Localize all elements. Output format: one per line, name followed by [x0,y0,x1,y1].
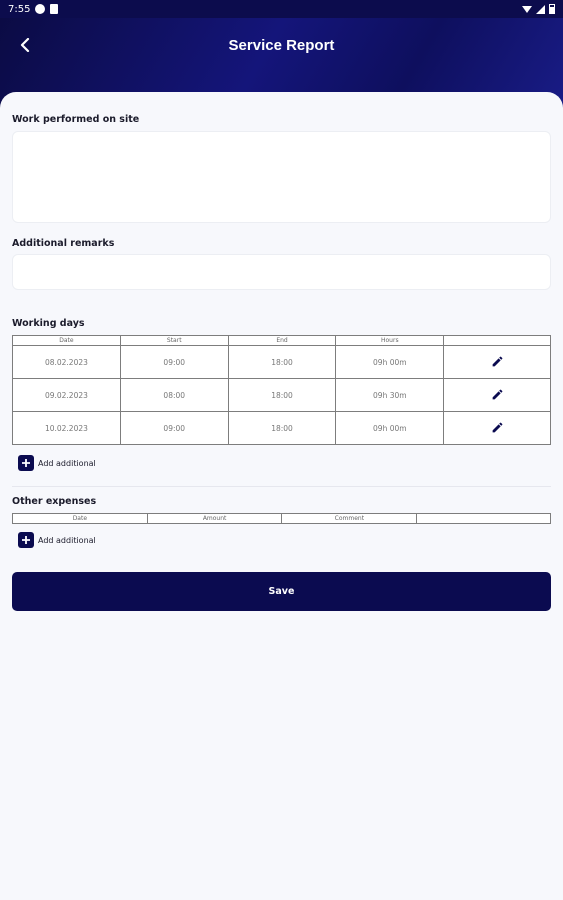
table-row: 10.02.2023 09:00 18:00 09h 00m [12,411,551,445]
column-header-hours: Hours [335,335,445,346]
table-row: 08.02.2023 09:00 18:00 09h 00m [12,345,551,379]
column-header-actions [443,335,551,346]
working-days-table: Date Start End Hours 08.02.2023 09:00 18… [12,335,551,445]
cell-actions [443,411,551,445]
additional-remarks-input[interactable] [12,254,551,290]
sim-card-icon [50,4,59,14]
pencil-icon [492,389,502,399]
table-header-row: Date Start End Hours [12,335,551,346]
cell-end: 18:00 [227,378,337,412]
cell-date: 10.02.2023 [12,411,121,445]
additional-remarks-label: Additional remarks [12,238,115,249]
add-expense-button[interactable]: Add additional [18,532,96,548]
edit-row-button[interactable] [491,421,504,434]
column-header-start: Start [119,335,229,346]
plus-icon [18,532,34,548]
save-button[interactable]: Save [12,572,551,611]
add-working-day-button[interactable]: Add additional [18,455,96,471]
cell-end: 18:00 [227,345,337,379]
pencil-icon [492,356,502,366]
column-header-comment: Comment [281,513,418,524]
add-expense-label: Add additional [38,535,96,545]
working-days-label: Working days [12,318,85,329]
cell-hours: 09h 30m [335,378,445,412]
plus-icon [18,455,34,471]
other-expenses-label: Other expenses [12,496,97,507]
section-divider [12,486,551,487]
column-header-amount: Amount [146,513,283,524]
cell-end: 18:00 [227,411,337,445]
cell-hours: 09h 00m [335,345,445,379]
status-time: 7:55 [8,3,31,15]
add-working-day-label: Add additional [38,458,96,468]
edit-row-button[interactable] [491,388,504,401]
cell-hours: 09h 00m [335,411,445,445]
cell-start: 08:00 [119,378,229,412]
cell-date: 08.02.2023 [12,345,121,379]
cell-actions [443,378,551,412]
cell-date: 09.02.2023 [12,378,121,412]
column-header-date: Date [12,513,148,524]
cell-start: 09:00 [119,345,229,379]
column-header-actions [416,513,551,524]
battery-icon [549,4,555,14]
other-expenses-table: Date Amount Comment [12,513,551,524]
edit-row-button[interactable] [491,355,504,368]
cell-start: 09:00 [119,411,229,445]
status-bar: 7:55 [0,0,563,18]
notification-badge-icon [35,4,46,14]
column-header-end: End [227,335,337,346]
page-title: Service Report [228,36,335,54]
pencil-icon [492,422,502,432]
signal-icon [536,4,545,14]
table-row: 09.02.2023 08:00 18:00 09h 30m [12,378,551,412]
wifi-icon [522,5,532,13]
back-button[interactable] [14,34,36,56]
work-performed-input[interactable] [12,131,551,223]
cell-actions [443,345,551,379]
column-header-date: Date [12,335,121,346]
table-header-row: Date Amount Comment [12,513,551,524]
chevron-left-icon [20,38,30,52]
work-performed-label: Work performed on site [12,114,140,125]
